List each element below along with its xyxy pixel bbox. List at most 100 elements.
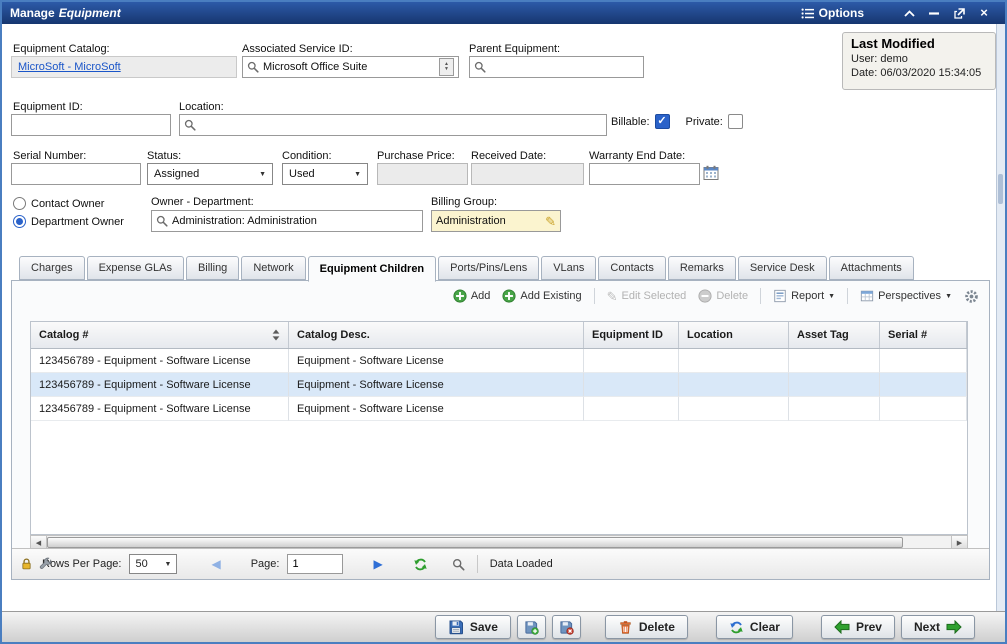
column-header-asset-tag[interactable]: Asset Tag bbox=[789, 322, 880, 348]
contact-owner-radio[interactable] bbox=[13, 197, 26, 210]
last-modified-user: User: demo bbox=[851, 53, 987, 65]
cell-catalog: 123456789 - Equipment - Software License bbox=[31, 373, 289, 397]
associated-service-id-input[interactable] bbox=[263, 61, 435, 73]
cell-catalog: 123456789 - Equipment - Software License bbox=[31, 397, 289, 421]
add-icon bbox=[502, 289, 516, 303]
tab-charges[interactable]: Charges bbox=[19, 256, 85, 280]
search-icon bbox=[184, 119, 196, 131]
dropdown-caret-icon: ▼ bbox=[945, 293, 952, 300]
page-prev-button[interactable]: ◀ bbox=[211, 558, 220, 570]
right-scroll-strip[interactable] bbox=[996, 24, 1005, 611]
edit-billing-group-button[interactable]: ✎ bbox=[545, 215, 556, 228]
condition-select[interactable]: Used ▼ bbox=[282, 163, 368, 185]
tab-network[interactable]: Network bbox=[241, 256, 305, 280]
refresh-button[interactable] bbox=[413, 557, 428, 572]
owner-department-input[interactable] bbox=[172, 215, 418, 227]
delete-button[interactable]: Delete bbox=[605, 615, 688, 639]
table-row[interactable]: 123456789 - Equipment - Software License… bbox=[31, 349, 967, 373]
cell-catalog: 123456789 - Equipment - Software License bbox=[31, 349, 289, 373]
next-button[interactable]: Next bbox=[901, 615, 975, 639]
search-button[interactable] bbox=[452, 558, 465, 571]
column-header-serial[interactable]: Serial # bbox=[880, 322, 967, 348]
chevron-up-icon bbox=[904, 10, 915, 17]
save-and-new-button[interactable] bbox=[517, 615, 546, 639]
billable-label: Billable: bbox=[611, 116, 650, 128]
tab-contacts[interactable]: Contacts bbox=[598, 256, 665, 280]
parent-equipment-label: Parent Equipment: bbox=[469, 43, 560, 55]
scrollbar-thumb[interactable] bbox=[47, 537, 903, 548]
add-existing-button[interactable]: Add Existing bbox=[502, 289, 581, 303]
table-row[interactable]: 123456789 - Equipment - Software License… bbox=[31, 373, 967, 397]
tab-attachments[interactable]: Attachments bbox=[829, 256, 914, 280]
owner-department-label: Owner - Department: bbox=[151, 196, 254, 208]
wrench-icon bbox=[39, 557, 53, 571]
equipment-id-input[interactable] bbox=[11, 114, 171, 136]
column-header-equipment-id[interactable]: Equipment ID bbox=[584, 322, 679, 348]
delete-selected-button[interactable]: Delete bbox=[698, 289, 748, 303]
rows-per-page-select[interactable]: 50 ▼ bbox=[129, 554, 177, 574]
save-and-close-button[interactable] bbox=[552, 615, 581, 639]
arrow-left-icon: ◀ bbox=[211, 557, 220, 571]
tab-equipment-children[interactable]: Equipment Children bbox=[308, 256, 437, 282]
report-button[interactable]: Report ▼ bbox=[773, 289, 835, 303]
warranty-end-date-input[interactable] bbox=[589, 163, 700, 185]
popout-arrow-icon bbox=[954, 8, 965, 19]
cell-equipment-id bbox=[584, 373, 679, 397]
tab-label: Equipment Children bbox=[320, 263, 425, 275]
column-header-location[interactable]: Location bbox=[679, 322, 789, 348]
department-owner-radio[interactable] bbox=[13, 215, 26, 228]
page-next-button[interactable]: ▶ bbox=[373, 558, 382, 570]
page-input[interactable] bbox=[287, 554, 343, 574]
parent-equipment-input[interactable] bbox=[490, 61, 639, 73]
tab-remarks[interactable]: Remarks bbox=[668, 256, 736, 280]
minimize-button[interactable] bbox=[927, 6, 941, 20]
perspectives-button[interactable]: Perspectives ▼ bbox=[860, 289, 952, 303]
purchase-price-label: Purchase Price: bbox=[377, 150, 455, 162]
tab-vlans[interactable]: VLans bbox=[541, 256, 596, 280]
tab-service-desk[interactable]: Service Desk bbox=[738, 256, 827, 280]
tab-expense-glas[interactable]: Expense GLAs bbox=[87, 256, 184, 280]
add-button[interactable]: Add bbox=[453, 289, 491, 303]
tab-billing[interactable]: Billing bbox=[186, 256, 239, 280]
service-id-stepper-icon[interactable]: ▲▼ bbox=[439, 58, 454, 76]
status-select[interactable]: Assigned ▼ bbox=[147, 163, 273, 185]
toolbar-separator bbox=[760, 288, 761, 304]
last-modified-title: Last Modified bbox=[851, 36, 987, 51]
private-label: Private: bbox=[686, 116, 723, 128]
sort-icon[interactable] bbox=[272, 329, 280, 341]
clear-button[interactable]: Clear bbox=[716, 615, 793, 639]
column-header-catalog-desc[interactable]: Catalog Desc. bbox=[289, 322, 584, 348]
status-label: Status: bbox=[147, 150, 181, 162]
save-button[interactable]: Save bbox=[435, 615, 511, 639]
edit-selected-button[interactable]: ✎ Edit Selected bbox=[607, 290, 687, 303]
cell-location bbox=[679, 397, 789, 421]
window-title-emphasis: Equipment bbox=[59, 6, 121, 20]
tab-ports-pins-lens[interactable]: Ports/Pins/Lens bbox=[438, 256, 539, 280]
close-button[interactable]: × bbox=[977, 6, 991, 20]
pencil-icon: ✎ bbox=[545, 214, 556, 229]
serial-number-input[interactable] bbox=[11, 163, 141, 185]
associated-service-id-label: Associated Service ID: bbox=[242, 43, 353, 55]
collapse-button[interactable] bbox=[902, 6, 916, 20]
table-row[interactable]: 123456789 - Equipment - Software License… bbox=[31, 397, 967, 421]
delete-selected-label: Delete bbox=[716, 290, 748, 302]
billing-group-label: Billing Group: bbox=[431, 196, 497, 208]
options-button[interactable]: Options bbox=[801, 6, 864, 20]
location-input[interactable] bbox=[200, 119, 602, 131]
tab-label: Remarks bbox=[680, 262, 724, 274]
equipment-id-label: Equipment ID: bbox=[13, 101, 83, 113]
customize-columns-button[interactable] bbox=[39, 557, 53, 571]
column-header-catalog[interactable]: Catalog # bbox=[31, 322, 289, 348]
grid-settings-button[interactable] bbox=[964, 289, 979, 304]
search-icon bbox=[474, 61, 486, 73]
popout-button[interactable] bbox=[952, 6, 966, 20]
calendar-button[interactable] bbox=[703, 165, 719, 181]
billable-checkbox[interactable]: ✓ bbox=[655, 114, 670, 129]
private-checkbox[interactable]: ✓ bbox=[728, 114, 743, 129]
scroll-strip-handle[interactable] bbox=[998, 174, 1003, 204]
lock-icon-button[interactable] bbox=[20, 557, 33, 571]
cell-equipment-id bbox=[584, 349, 679, 373]
prev-button[interactable]: Prev bbox=[821, 615, 895, 639]
equipment-catalog-link[interactable]: MicroSoft - MicroSoft bbox=[18, 61, 121, 73]
billing-group-input[interactable] bbox=[436, 215, 541, 227]
